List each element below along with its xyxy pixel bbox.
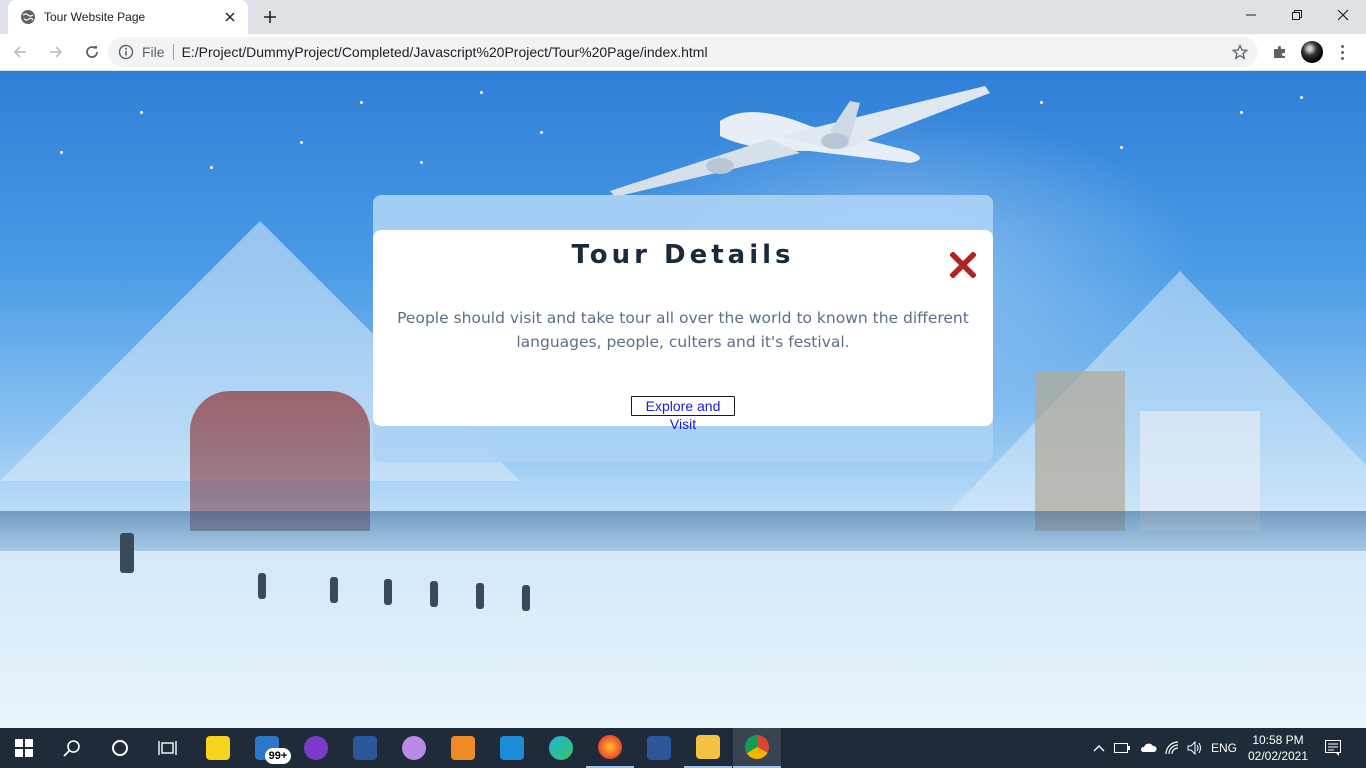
explore-and-visit-button[interactable]: Explore and Visit — [631, 396, 735, 432]
hiker-figure — [476, 583, 484, 609]
back-icon[interactable] — [4, 36, 36, 68]
star — [540, 131, 543, 134]
modal-title: Tour Details — [571, 240, 795, 270]
search-icon[interactable] — [48, 728, 96, 768]
tour-details-modal: Tour Details People should visit and tak… — [373, 230, 993, 432]
tab-strip: Tour Website Page — [0, 0, 1366, 34]
windows-taskbar: ENG 10:58 PM 02/02/2021 — [0, 728, 1366, 768]
chrome-app-icon[interactable] — [733, 728, 781, 768]
star — [1040, 101, 1043, 104]
url-separator — [172, 44, 174, 60]
address-bar[interactable]: File E:/Project/DummyProject/Completed/J… — [108, 37, 1258, 67]
mail-unread-badge: 99+ — [265, 748, 291, 764]
new-tab-button[interactable] — [258, 6, 282, 28]
window-close-icon[interactable] — [1320, 0, 1366, 30]
close-icon[interactable] — [949, 251, 977, 279]
bookmark-star-icon[interactable] — [1231, 43, 1249, 60]
word2-app-icon[interactable] — [635, 728, 683, 768]
window-controls — [1228, 0, 1366, 30]
volume-icon[interactable] — [1185, 728, 1205, 768]
cathedral-illustration — [190, 391, 370, 531]
forward-icon[interactable] — [40, 36, 72, 68]
star — [480, 91, 483, 94]
player-app-icon[interactable] — [194, 728, 242, 768]
podcast-app-icon[interactable] — [292, 728, 340, 768]
skier-figure — [120, 533, 134, 573]
clock-time: 10:58 PM — [1252, 733, 1304, 747]
star — [60, 151, 63, 154]
firefox-app-icon[interactable] — [586, 728, 634, 768]
sublime-app-icon[interactable] — [439, 728, 487, 768]
extensions-puzzle-icon[interactable] — [1268, 40, 1292, 64]
airplane-illustration — [610, 86, 990, 197]
hiker-figure — [384, 579, 392, 605]
notifications-icon[interactable] — [1320, 728, 1346, 768]
star — [360, 101, 363, 104]
star — [300, 141, 303, 144]
task-view-icon[interactable] — [144, 728, 192, 768]
cortana-icon[interactable] — [96, 728, 144, 768]
url-text[interactable]: E:/Project/DummyProject/Completed/Javasc… — [182, 44, 708, 60]
browser-tab[interactable]: Tour Website Page — [8, 0, 248, 34]
browser-menu-icon[interactable] — [1334, 40, 1350, 64]
profile-avatar[interactable] — [1301, 41, 1323, 63]
tab-title: Tour Website Page — [44, 10, 146, 24]
word-app-icon[interactable] — [341, 728, 389, 768]
battery-icon[interactable] — [1112, 728, 1132, 768]
abbey-illustration — [1035, 371, 1125, 531]
hiker-figure — [430, 581, 438, 607]
globe-icon — [20, 9, 36, 25]
wifi-icon[interactable] — [1162, 728, 1182, 768]
edge-app-icon[interactable] — [537, 728, 585, 768]
close-tab-icon[interactable] — [222, 9, 238, 25]
star — [210, 166, 213, 169]
url-scheme: File — [142, 44, 165, 60]
clock-date: 02/02/2021 — [1247, 749, 1309, 763]
reload-icon[interactable] — [76, 36, 108, 68]
hiker-figure — [330, 577, 338, 603]
minimize-icon[interactable] — [1228, 0, 1274, 30]
star — [1120, 146, 1123, 149]
start-icon[interactable] — [0, 728, 48, 768]
system-clock[interactable]: 10:58 PM 02/02/2021 — [1246, 732, 1310, 764]
restore-icon[interactable] — [1274, 0, 1320, 30]
modal-description: People should visit and take tour all ov… — [397, 309, 969, 351]
onedrive-cloud-icon[interactable] — [1137, 728, 1159, 768]
chevron-up-icon[interactable] — [1090, 728, 1108, 768]
hiker-figure — [522, 585, 530, 611]
browser-toolbar: File E:/Project/DummyProject/Completed/J… — [0, 34, 1366, 71]
star — [420, 161, 423, 164]
star — [1240, 111, 1243, 114]
cat-app-icon[interactable] — [390, 728, 438, 768]
star — [1300, 96, 1303, 99]
info-icon[interactable] — [118, 44, 134, 60]
star — [140, 111, 143, 114]
vscode-app-icon[interactable] — [488, 728, 536, 768]
file-explorer-icon[interactable] — [684, 728, 732, 768]
language-indicator[interactable]: ENG — [1208, 728, 1240, 768]
snowfield — [0, 551, 1366, 728]
hiker-figure — [258, 573, 266, 599]
